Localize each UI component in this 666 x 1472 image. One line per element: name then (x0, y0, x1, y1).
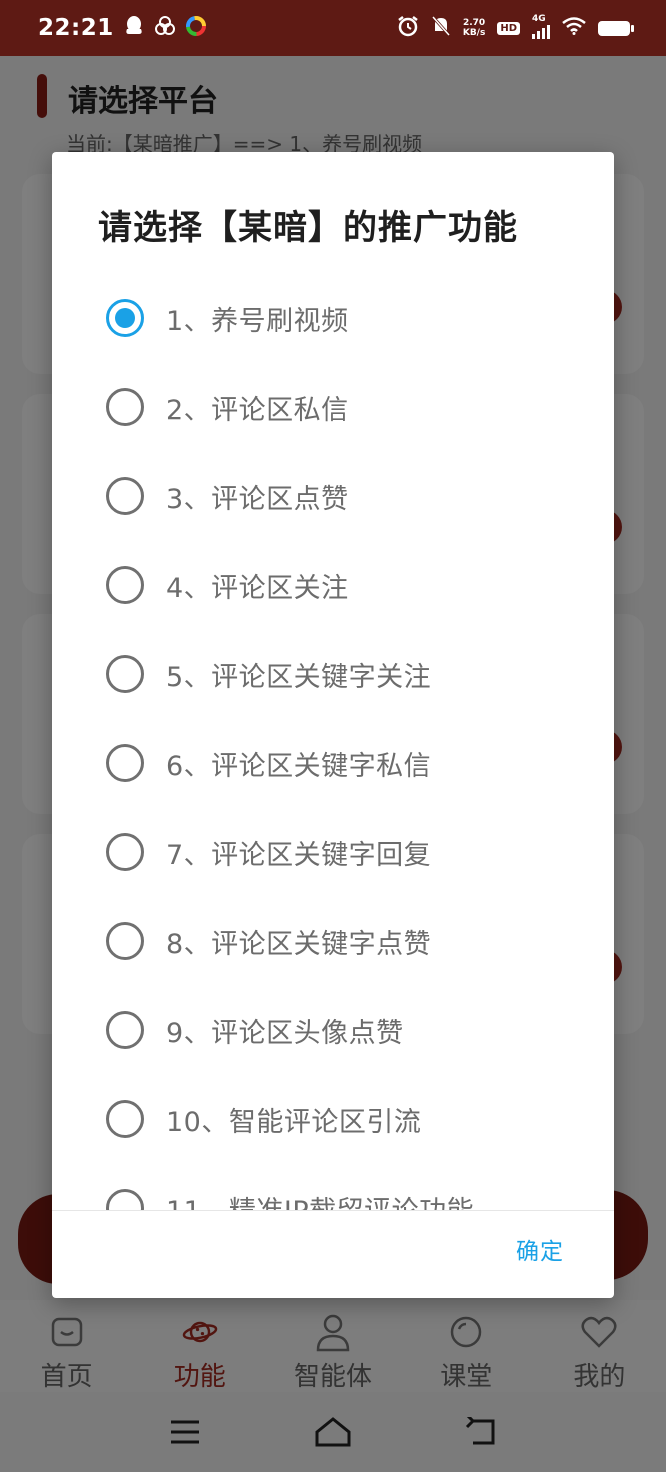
radio-button[interactable] (106, 477, 144, 515)
feature-select-dialog: 请选择【某暗】的推广功能 1、养号刷视频 2、评论区私信 3、评论区点赞 4、评… (52, 152, 614, 1298)
option-10[interactable]: 10、智能评论区引流 (106, 1089, 576, 1149)
network-label: 4G (532, 14, 546, 24)
radio-button[interactable] (106, 655, 144, 693)
option-label: 8、评论区关键字点赞 (166, 928, 432, 960)
radio-button[interactable] (106, 744, 144, 782)
dialog-title: 请选择【某暗】的推广功能 (98, 208, 518, 248)
option-3[interactable]: 3、评论区点赞 (106, 466, 576, 526)
net-speed: 2.70 KB/s (463, 18, 485, 38)
option-7[interactable]: 7、评论区关键字回复 (106, 822, 576, 882)
radio-button[interactable] (106, 1100, 144, 1138)
option-label: 3、评论区点赞 (166, 483, 349, 515)
radio-button[interactable] (106, 388, 144, 426)
option-11[interactable]: 11、精准IP截留评论功能 (106, 1178, 576, 1210)
options-list[interactable]: 1、养号刷视频 2、评论区私信 3、评论区点赞 4、评论区关注 5、评论区关键字… (52, 272, 614, 1210)
net-speed-value: 2.70 (462, 18, 486, 28)
option-label: 2、评论区私信 (166, 394, 349, 426)
confirm-button[interactable]: 确定 (516, 1232, 564, 1266)
option-9[interactable]: 9、评论区头像点赞 (106, 1000, 576, 1060)
radio-button[interactable] (106, 922, 144, 960)
option-label: 7、评论区关键字回复 (166, 839, 432, 871)
option-2[interactable]: 2、评论区私信 (106, 377, 576, 437)
signal-icon: 4G (532, 14, 550, 39)
option-label: 11、精准IP截留评论功能 (166, 1189, 474, 1211)
dialog-divider (52, 1210, 614, 1211)
hd-badge: HD (497, 21, 520, 35)
radio-button[interactable] (106, 833, 144, 871)
alarm-icon (397, 15, 419, 41)
option-1[interactable]: 1、养号刷视频 (106, 288, 576, 348)
option-label: 10、智能评论区引流 (166, 1106, 422, 1138)
option-8[interactable]: 8、评论区关键字点赞 (106, 911, 576, 971)
option-6[interactable]: 6、评论区关键字私信 (106, 733, 576, 793)
option-5[interactable]: 5、评论区关键字关注 (106, 644, 576, 704)
option-label: 1、养号刷视频 (166, 305, 349, 337)
battery-icon (598, 20, 634, 36)
app-icon (154, 16, 176, 40)
option-label: 5、评论区关键字关注 (166, 661, 432, 693)
radio-button[interactable] (106, 566, 144, 604)
qq-icon (124, 15, 144, 41)
option-label: 9、评论区头像点赞 (166, 1017, 404, 1049)
status-time: 22:21 (38, 15, 114, 41)
radio-button[interactable] (106, 1011, 144, 1049)
option-label: 6、评论区关键字私信 (166, 750, 432, 782)
option-4[interactable]: 4、评论区关注 (106, 555, 576, 615)
status-bar: 22:21 2.70 KB/s HD 4G (0, 0, 666, 56)
mute-bell-icon (431, 15, 451, 41)
wifi-icon (562, 17, 586, 39)
option-label: 4、评论区关注 (166, 572, 349, 604)
net-speed-unit: KB/s (462, 28, 486, 38)
color-wheel-icon (185, 16, 206, 40)
radio-button[interactable] (106, 299, 144, 337)
radio-button[interactable] (106, 1189, 144, 1210)
